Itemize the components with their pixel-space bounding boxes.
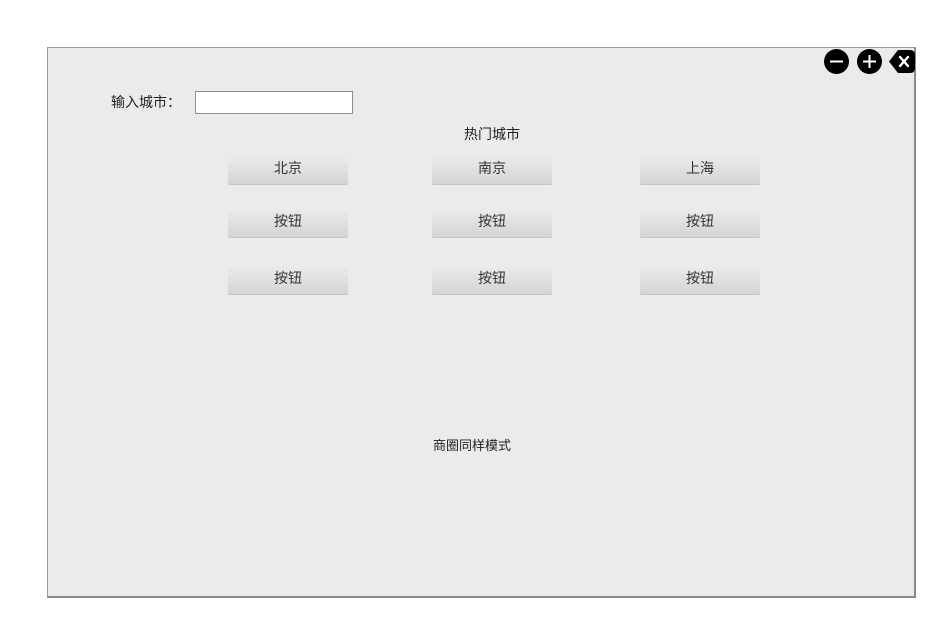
city-button-shanghai[interactable]: 上海 (640, 155, 760, 184)
minimize-icon[interactable] (824, 49, 849, 74)
city-button-placeholder[interactable]: 按钮 (432, 208, 552, 237)
city-button-placeholder[interactable]: 按钮 (640, 265, 760, 294)
city-button-placeholder[interactable]: 按钮 (432, 265, 552, 294)
maximize-icon[interactable] (857, 49, 882, 74)
city-button-placeholder[interactable]: 按钮 (228, 265, 348, 294)
city-button-placeholder[interactable]: 按钮 (640, 208, 760, 237)
business-district-note: 商圈同样模式 (432, 439, 511, 454)
city-input-label: 输入城市： (111, 95, 181, 111)
city-button-nanjing[interactable]: 南京 (432, 155, 552, 184)
hot-cities-title: 热门城市 (464, 127, 520, 143)
city-search-input[interactable] (195, 91, 353, 114)
close-icon[interactable] (889, 49, 915, 74)
city-button-placeholder[interactable]: 按钮 (228, 208, 348, 237)
city-button-beijing[interactable]: 北京 (228, 155, 348, 184)
